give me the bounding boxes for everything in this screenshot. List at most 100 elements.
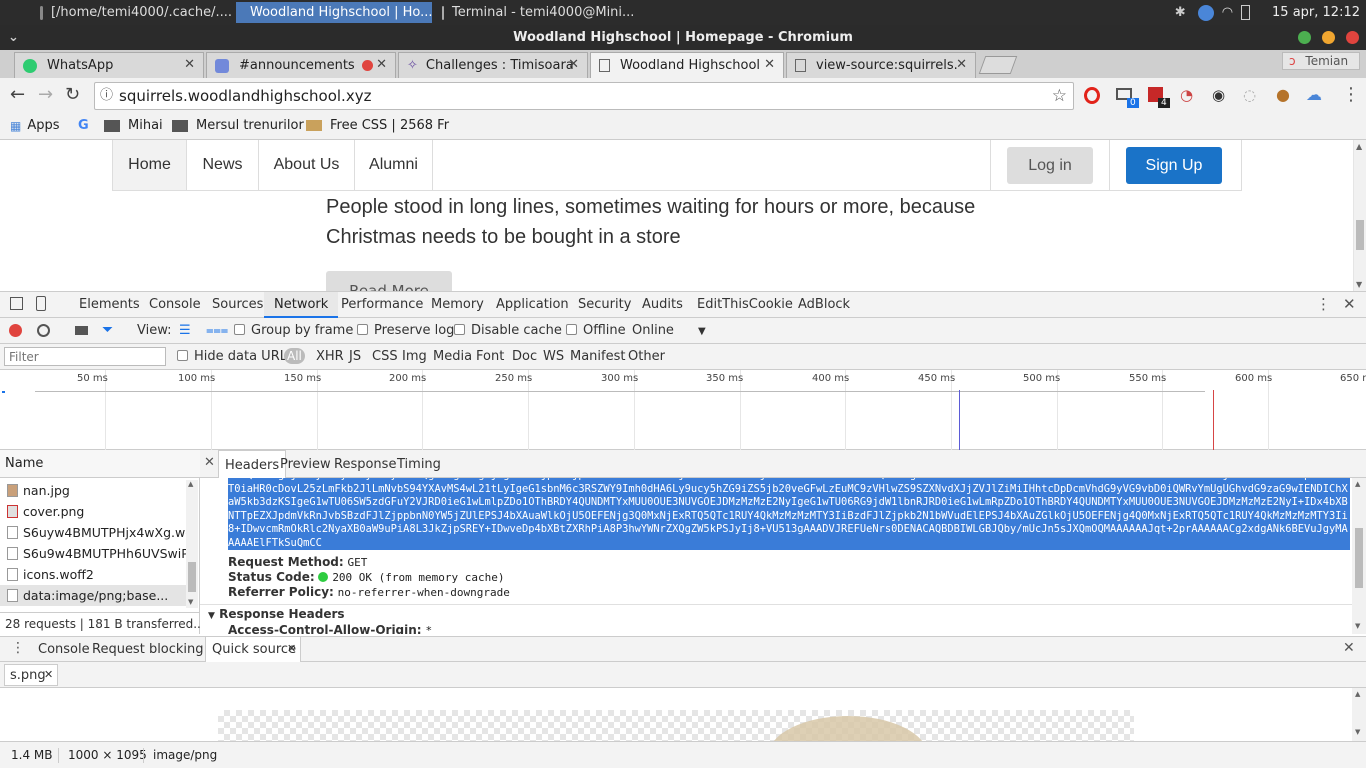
hide-data-urls-checkbox[interactable]: Hide data URLs: [177, 349, 294, 364]
page-scrollbar[interactable]: ▲ ▼: [1353, 140, 1366, 291]
nav-alumni[interactable]: Alumni: [355, 140, 433, 190]
devtools-tab-performance[interactable]: Performance: [341, 292, 423, 318]
analytics-extension-icon[interactable]: ◔: [1180, 86, 1193, 104]
devtools-tab-console[interactable]: Console: [149, 292, 201, 318]
reload-button[interactable]: ↻: [65, 84, 80, 105]
window-maximize-button[interactable]: [1298, 31, 1311, 44]
new-tab-button[interactable]: [978, 56, 1018, 74]
window-minimize-button[interactable]: [1322, 31, 1335, 44]
filter-icon[interactable]: ⏷: [102, 322, 113, 338]
nav-about-us[interactable]: About Us: [259, 140, 355, 190]
close-icon[interactable]: ✕: [956, 57, 967, 72]
scroll-up-icon[interactable]: ▲: [188, 480, 193, 488]
chromium-tray-icon[interactable]: [1197, 4, 1214, 21]
drawer-tab-quick-source[interactable]: Quick source ✕: [205, 637, 301, 662]
large-rows-icon[interactable]: ☰: [179, 323, 191, 338]
devtools-tab-adblock[interactable]: AdBlock: [798, 292, 850, 318]
read-more-button[interactable]: Read More: [326, 271, 452, 291]
filter-type-xhr[interactable]: XHR: [316, 349, 344, 364]
scroll-up-icon[interactable]: ▲: [1355, 690, 1360, 698]
opera-extension-icon[interactable]: [1084, 87, 1100, 104]
drawer-tab-console[interactable]: Console: [38, 642, 90, 657]
request-url-value[interactable]: iHtQ4f5WgHjxxHyoNhyOxHyoNhyOxN5QgiCAgiCA…: [228, 478, 1350, 550]
devtools-tab-editthiscookie[interactable]: EditThisCookie: [697, 292, 793, 318]
tab-woodland-highschool[interactable]: Woodland Highschool ✕: [590, 52, 784, 78]
filter-type-manifest[interactable]: Manifest: [570, 349, 625, 364]
tab-whatsapp[interactable]: WhatsApp ✕: [14, 52, 204, 78]
bookmark-star-icon[interactable]: ☆: [1052, 83, 1067, 109]
response-headers-section[interactable]: ▼ Response Headers: [208, 607, 345, 621]
detail-tab-timing[interactable]: Timing: [397, 450, 441, 478]
detail-scrollbar[interactable]: ▲ ▼: [1352, 478, 1366, 634]
filter-type-ws[interactable]: WS: [543, 349, 564, 364]
throttling-select[interactable]: Online ▼: [632, 323, 706, 338]
cookie-icon[interactable]: ●: [1276, 85, 1290, 104]
offline-checkbox[interactable]: Offline: [566, 323, 626, 338]
clock[interactable]: 15 apr, 12:12: [1272, 5, 1360, 20]
devtools-close-icon[interactable]: ✕: [1343, 295, 1356, 313]
request-row[interactable]: nan.jpg: [0, 480, 186, 501]
preview-scrollbar[interactable]: ▲ ▼: [1352, 688, 1366, 741]
signup-button[interactable]: Sign Up: [1126, 147, 1222, 184]
devtools-tab-elements[interactable]: Elements: [79, 292, 140, 318]
drawer-close-icon[interactable]: ✕: [1343, 640, 1355, 656]
filter-type-js[interactable]: JS: [349, 349, 361, 364]
scroll-up-icon[interactable]: ▲: [1356, 142, 1362, 151]
battery-icon[interactable]: [1241, 5, 1251, 20]
drawer-menu-icon[interactable]: ⋮: [11, 640, 25, 656]
scroll-down-icon[interactable]: ▼: [188, 598, 193, 606]
tab-announcements[interactable]: #announcements ✕: [206, 52, 396, 78]
taskbar-task-chromium[interactable]: Woodland Highschool | Ho...: [236, 2, 432, 23]
close-icon[interactable]: ✕: [568, 57, 579, 72]
wifi-icon[interactable]: ◠: [1222, 5, 1233, 20]
scroll-thumb[interactable]: [1356, 220, 1364, 250]
profile-button[interactable]: ↄ Temian: [1282, 52, 1360, 70]
request-list-scrollbar[interactable]: ▲ ▼: [186, 480, 198, 608]
info-icon[interactable]: ⓘ: [100, 83, 113, 109]
login-button[interactable]: Log in: [1007, 147, 1093, 184]
request-row-selected[interactable]: data:image/png;base...: [0, 585, 186, 606]
request-row[interactable]: S6uyw4BMUTPHjx4wXg.woff2: [0, 522, 186, 543]
close-icon[interactable]: ✕: [764, 57, 775, 72]
request-row[interactable]: icons.woff2: [0, 564, 186, 585]
back-button[interactable]: ←: [10, 84, 25, 105]
screenshot-camera-icon[interactable]: [75, 326, 88, 335]
close-icon[interactable]: ✕: [376, 57, 387, 72]
scroll-down-icon[interactable]: ▼: [1356, 280, 1362, 289]
window-menu-chevron-icon[interactable]: ⌄: [8, 25, 19, 50]
detail-tab-headers[interactable]: Headers: [218, 450, 287, 478]
disable-cache-checkbox[interactable]: Disable cache: [454, 323, 562, 338]
nav-news[interactable]: News: [187, 140, 259, 190]
name-column-header[interactable]: Name: [0, 450, 200, 478]
drawer-tab-request-blocking[interactable]: Request blocking: [92, 642, 204, 657]
inspect-element-icon[interactable]: [10, 297, 23, 310]
tab-challenges[interactable]: ✧ Challenges : Timisoara ✕: [398, 52, 588, 78]
group-by-frame-checkbox[interactable]: Group by frame: [234, 323, 353, 338]
scroll-thumb[interactable]: [1355, 528, 1363, 588]
request-row[interactable]: cover.png: [0, 501, 186, 522]
detail-tab-response[interactable]: Response: [334, 450, 396, 478]
request-row[interactable]: S6u9w4BMUTPHh6UVSwiPG...: [0, 543, 186, 564]
devtools-tab-network[interactable]: Network: [264, 292, 339, 318]
filter-input[interactable]: [4, 347, 166, 366]
devtools-menu-icon[interactable]: ⋮: [1316, 295, 1331, 313]
clear-icon[interactable]: [37, 324, 50, 337]
network-timeline-overview[interactable]: 50 ms 100 ms 150 ms 200 ms 250 ms 300 ms…: [0, 370, 1366, 450]
scroll-up-icon[interactable]: ▲: [1355, 480, 1360, 488]
google-icon[interactable]: G: [78, 118, 89, 133]
address-bar[interactable]: ⓘ squirrels.woodlandhighschool.xyz ☆: [94, 82, 1074, 110]
bookmark-mihai[interactable]: Mihai: [104, 118, 163, 133]
waterfall-icon[interactable]: ⩶: [206, 323, 228, 338]
bluetooth-icon[interactable]: ✱: [1175, 5, 1186, 20]
scroll-down-icon[interactable]: ▼: [1355, 622, 1360, 630]
filter-type-font[interactable]: Font: [476, 349, 504, 364]
forward-button[interactable]: →: [38, 84, 53, 105]
filter-type-css[interactable]: CSS: [372, 349, 398, 364]
filter-type-img[interactable]: Img: [402, 349, 427, 364]
close-icon[interactable]: ✕: [184, 57, 195, 72]
devtools-tab-memory[interactable]: Memory: [431, 292, 484, 318]
taskbar-task-terminal[interactable]: Terminal - temi4000@Mini...: [436, 2, 634, 23]
taskbar-task-files[interactable]: [/home/temi4000/.cache/....: [34, 2, 232, 23]
devtools-tab-application[interactable]: Application: [496, 292, 569, 318]
cloud-icon[interactable]: ☁: [1306, 85, 1322, 104]
